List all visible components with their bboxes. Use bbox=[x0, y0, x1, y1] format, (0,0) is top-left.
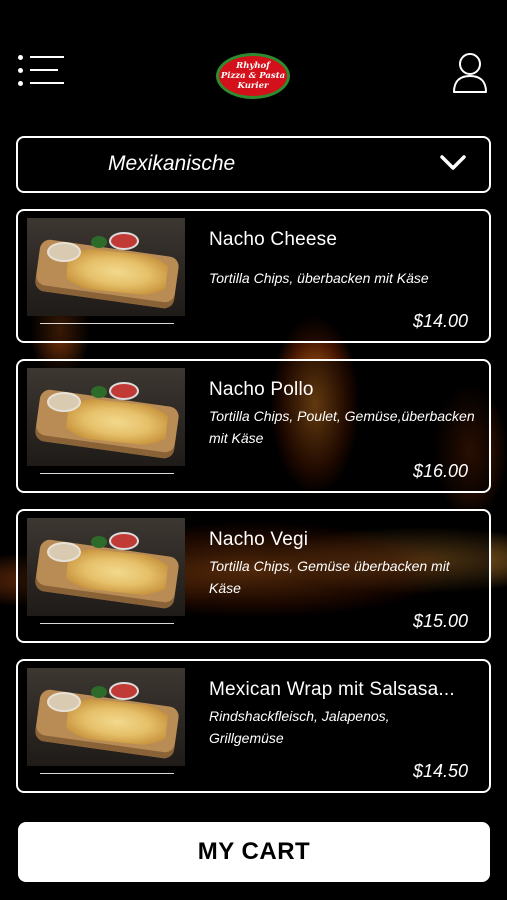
my-cart-button[interactable]: MY CART bbox=[18, 822, 490, 882]
menu-line bbox=[30, 82, 64, 84]
item-name: Nacho Vegi bbox=[209, 529, 309, 550]
divider bbox=[40, 773, 174, 774]
menu-line bbox=[30, 56, 64, 58]
user-profile-button[interactable] bbox=[451, 50, 489, 94]
item-name: Nacho Pollo bbox=[209, 379, 314, 400]
item-price: $15.00 bbox=[412, 611, 468, 631]
divider bbox=[40, 323, 174, 324]
nacho-pollo-image bbox=[27, 368, 185, 466]
cart-label: MY CART bbox=[197, 838, 311, 865]
item-price: $16.00 bbox=[412, 461, 468, 481]
nacho-vegi-image bbox=[27, 518, 185, 616]
divider bbox=[40, 623, 174, 624]
item-description: Tortilla Chips, Gemüse überbacken mit Kä… bbox=[209, 558, 450, 596]
divider bbox=[40, 473, 174, 474]
item-description: Rindshackfleisch, Jalapenos, Grillgemüse bbox=[209, 708, 390, 746]
logo-line-3: Kurier bbox=[237, 81, 269, 91]
item-price: $14.50 bbox=[412, 761, 468, 781]
item-description: Tortilla Chips, überbacken mit Käse bbox=[209, 270, 429, 286]
chevron-down-icon bbox=[440, 155, 466, 170]
item-name: Mexican Wrap mit Salsasa... bbox=[209, 679, 455, 700]
category-dropdown[interactable]: Mexikanische bbox=[16, 136, 491, 193]
logo-line-2: Pizza & Pasta bbox=[220, 71, 286, 81]
menu-item-card[interactable]: Nacho Pollo Tortilla Chips, Poulet, Gemü… bbox=[16, 359, 491, 493]
menu-dot bbox=[18, 68, 23, 73]
user-profile-icon bbox=[453, 53, 487, 93]
mexican-wrap-image bbox=[27, 668, 185, 766]
menu-item-card[interactable]: Mexican Wrap mit Salsasa... Rindshackfle… bbox=[16, 659, 491, 793]
logo-line-1: Rhyhof bbox=[236, 61, 270, 71]
item-name: Nacho Cheese bbox=[209, 229, 338, 250]
menu-dot bbox=[18, 81, 23, 86]
item-price: $14.00 bbox=[412, 311, 468, 331]
menu-item-card[interactable]: Nacho Vegi Tortilla Chips, Gemüse überba… bbox=[16, 509, 491, 643]
menu-item-card[interactable]: Nacho Cheese Tortilla Chips, überbacken … bbox=[16, 209, 491, 343]
menu-dot bbox=[18, 55, 23, 60]
menu-line bbox=[30, 69, 58, 71]
nacho-cheese-image bbox=[27, 218, 185, 316]
restaurant-logo: Rhyhof Pizza & Pasta Kurier bbox=[216, 53, 290, 99]
category-selected: Mexikanische bbox=[108, 152, 236, 175]
menu-button[interactable] bbox=[18, 54, 66, 88]
item-description: Tortilla Chips, Poulet, Gemüse,überbacke… bbox=[209, 408, 475, 446]
